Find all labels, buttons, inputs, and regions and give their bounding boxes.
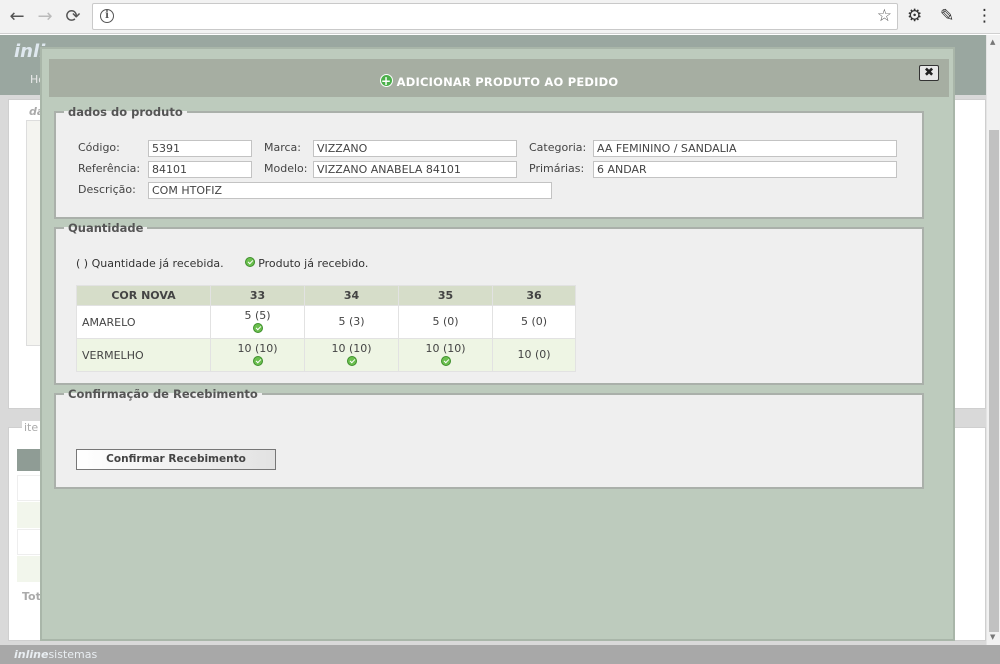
- eyedropper-icon[interactable]: ✎: [940, 6, 954, 26]
- add-product-modal: + ADICIONAR PRODUTO AO PEDIDO ✖ dados do …: [40, 47, 955, 641]
- referencia-label: Referência:: [78, 162, 141, 175]
- color-name-cell: AMARELO: [76, 305, 211, 339]
- confirm-receipt-button[interactable]: Confirmar Recebimento: [76, 449, 276, 470]
- categoria-field: AA FEMININO / SANDALIA: [593, 140, 897, 157]
- browser-toolbar: ← → ⟳ i ☆ ⚙ ✎ ⋮: [0, 0, 1000, 34]
- marca-field: VIZZANO: [313, 140, 517, 157]
- address-bar[interactable]: i ☆: [92, 3, 898, 30]
- menu-icon[interactable]: ⋮: [976, 6, 993, 26]
- categoria-label: Categoria:: [529, 141, 587, 154]
- check-circle-icon: [244, 257, 255, 267]
- modelo-label: Modelo:: [264, 162, 308, 175]
- bookmark-star-icon[interactable]: ☆: [877, 6, 892, 26]
- codigo-label: Código:: [78, 141, 120, 154]
- descricao-label: Descrição:: [78, 183, 136, 196]
- page-scrollbar[interactable]: ▲ ▼: [986, 35, 1000, 645]
- background-total-label: Tot: [22, 590, 41, 603]
- column-header: COR NOVA: [76, 285, 211, 306]
- modelo-field: VIZZANO ANABELA 84101: [313, 161, 517, 178]
- scroll-down-icon[interactable]: ▼: [990, 633, 995, 641]
- quantity-cell: 5 (0): [398, 305, 493, 339]
- check-circle-icon: [346, 355, 357, 366]
- primarias-label: Primárias:: [529, 162, 585, 175]
- column-header: 34: [304, 285, 399, 306]
- table-row: AMARELO 5 (5) 5 (3) 5 (0) 5 (0): [76, 305, 576, 339]
- footer-bar: inlinesistemas: [0, 645, 1000, 664]
- check-circle-icon: [252, 322, 263, 333]
- received-qty-note: ( ) Quantidade já recebida.: [76, 257, 224, 270]
- primarias-field: 6 ANDAR: [593, 161, 897, 178]
- confirmation-legend: Confirmação de Recebimento: [68, 387, 258, 401]
- table-row: VERMELHO 10 (10) 10 (10) 10 (10) 10 (0): [76, 338, 576, 372]
- info-icon[interactable]: i: [100, 9, 114, 23]
- confirmation-fieldset: Confirmação de Recebimento Confirmar Rec…: [54, 387, 924, 489]
- quantity-cell: 5 (3): [304, 305, 399, 339]
- background-items-legend: ite: [22, 421, 41, 434]
- modal-header: + ADICIONAR PRODUTO AO PEDIDO ✖: [49, 59, 949, 97]
- quantity-fieldset: Quantidade ( ) Quantidade já recebida. P…: [54, 221, 924, 385]
- quantity-cell: 10 (10): [210, 338, 305, 372]
- quantity-notes: ( ) Quantidade já recebida. Produto já r…: [76, 257, 368, 270]
- scroll-thumb[interactable]: [989, 130, 999, 632]
- quantity-cell: 10 (10): [398, 338, 493, 372]
- quantity-table: COR NOVA 33 34 35 36 AMARELO 5 (5) 5 (3)…: [76, 285, 576, 372]
- check-circle-icon: [252, 355, 263, 366]
- referencia-field: 84101: [148, 161, 252, 178]
- quantity-cell: 10 (10): [304, 338, 399, 372]
- codigo-field: 5391: [148, 140, 252, 157]
- column-header: 35: [398, 285, 493, 306]
- add-icon: +: [379, 74, 393, 88]
- marca-label: Marca:: [264, 141, 302, 154]
- received-product-note: Produto já recebido.: [258, 257, 369, 270]
- modal-title: ADICIONAR PRODUTO AO PEDIDO: [396, 75, 619, 89]
- quantity-cell: 5 (5): [210, 305, 305, 339]
- color-name-cell: VERMELHO: [76, 338, 211, 372]
- settings-icon[interactable]: ⚙: [907, 6, 922, 26]
- quantity-legend: Quantidade: [68, 221, 144, 235]
- forward-icon[interactable]: →: [34, 6, 56, 28]
- product-data-fieldset: dados do produto Código: 5391 Marca: VIZ…: [54, 105, 924, 219]
- descricao-field: COM HTOFIZ: [148, 182, 552, 199]
- column-header: 33: [210, 285, 305, 306]
- column-header: 36: [492, 285, 576, 306]
- scroll-up-icon[interactable]: ▲: [990, 38, 995, 46]
- reload-icon[interactable]: ⟳: [62, 6, 84, 28]
- check-circle-icon: [440, 355, 451, 366]
- back-icon[interactable]: ←: [6, 6, 28, 28]
- quantity-cell: 5 (0): [492, 305, 576, 339]
- table-header-row: COR NOVA 33 34 35 36: [76, 285, 576, 306]
- footer-brand: inlinesistemas: [14, 648, 98, 661]
- close-button[interactable]: ✖: [919, 65, 939, 81]
- product-data-legend: dados do produto: [68, 105, 183, 119]
- quantity-cell: 10 (0): [492, 338, 576, 372]
